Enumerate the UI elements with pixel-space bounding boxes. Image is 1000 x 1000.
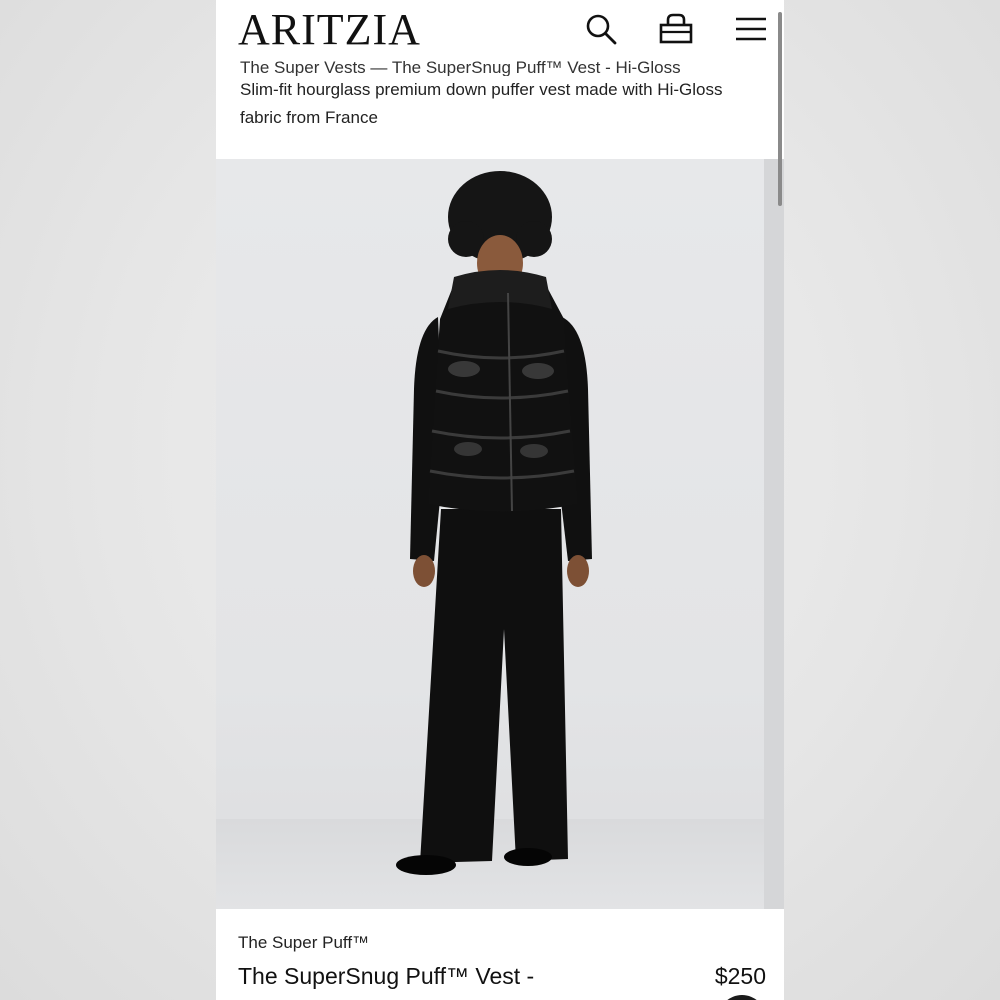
menu-icon[interactable] <box>734 12 768 46</box>
color-swatch[interactable] <box>718 995 766 1000</box>
product-name: The SuperSnug Puff™ Vest - <box>238 963 535 989</box>
search-icon[interactable] <box>584 12 618 46</box>
site-header: ARITZIA <box>216 0 784 60</box>
scrollbar[interactable] <box>778 12 782 206</box>
product-description: The Super Vests — The SuperSnug Puff™ Ve… <box>240 58 750 132</box>
product-info: The Super Puff™ The SuperSnug Puff™ Vest… <box>216 909 784 1000</box>
collection-name[interactable]: The Super Puff™ <box>238 933 369 953</box>
aritzia-logo[interactable]: ARITZIA <box>238 8 421 52</box>
model-figure <box>396 171 592 875</box>
product-summary: Slim-fit hourglass premium down puffer v… <box>240 80 723 127</box>
mobile-screen: ARITZIA The Super Vests — The SuperSnug … <box>216 0 784 1000</box>
product-image[interactable] <box>216 159 784 909</box>
product-price: $250 <box>714 963 766 989</box>
bag-icon[interactable] <box>659 12 693 46</box>
